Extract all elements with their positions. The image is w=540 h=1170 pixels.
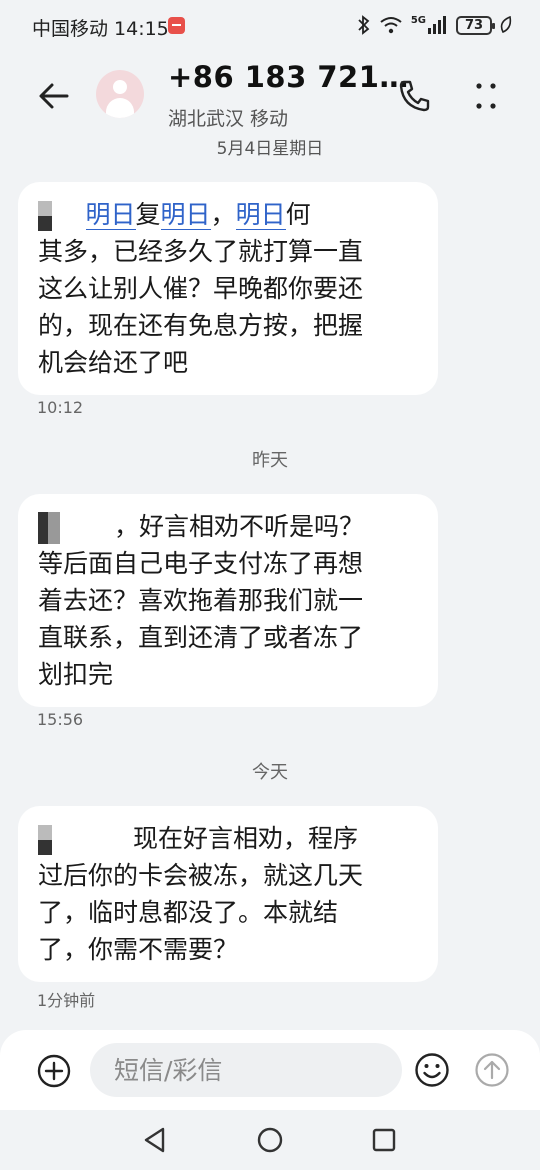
message-fragment: ，: [114, 512, 140, 541]
contact-location: 湖北武汉 移动: [168, 108, 289, 130]
message-composer: [0, 1030, 540, 1110]
message-bubble[interactable]: 现在好言相劝，程序 过后你的卡会被冻，就这几天 了，临时息都没了。本就结 了，你…: [18, 806, 438, 982]
date-link[interactable]: 明日: [160, 200, 211, 230]
add-icon: [37, 1054, 71, 1088]
send-icon: [475, 1053, 509, 1087]
message-text: 明日复明日，明日何 其多，已经多久了就打算一直 这么让别人催？早晚都你要还 的，…: [38, 196, 420, 381]
message-text: 现在好言相劝，程序 过后你的卡会被冻，就这几天 了，临时息都没了。本就结 了，你…: [38, 820, 420, 968]
system-icons: 5G 73: [357, 14, 512, 36]
message-input-container[interactable]: [90, 1043, 402, 1097]
message-timestamp: 10:12: [37, 398, 84, 417]
message-input[interactable]: [90, 1043, 402, 1097]
date-link[interactable]: 明日: [235, 200, 286, 230]
add-attachment-button[interactable]: [37, 1054, 71, 1088]
avatar[interactable]: [96, 70, 144, 118]
notification-icon: [168, 17, 185, 34]
contact-name[interactable]: +86 183 721…: [168, 60, 409, 94]
leaf-icon: [500, 16, 512, 34]
bluetooth-icon: [358, 15, 370, 35]
signal-5g: 5G: [411, 16, 448, 34]
redacted-block: [38, 512, 60, 544]
nav-home-icon: [257, 1127, 283, 1153]
phone-icon: [399, 80, 430, 112]
system-navigation-bar: [0, 1110, 540, 1170]
battery-icon: 73: [456, 15, 495, 35]
message-fragment: 好言相劝不听是吗？ 等后面自己电子支付冻了再想 着去还？喜欢拖着那我们就一 直联…: [38, 512, 365, 689]
redacted-block: [38, 825, 52, 855]
more-options-button[interactable]: [466, 76, 506, 116]
signal-icon: [428, 16, 446, 34]
message-fragment: 复: [135, 200, 161, 229]
send-button[interactable]: [474, 1052, 510, 1088]
nav-home-button[interactable]: [257, 1127, 283, 1153]
wifi-icon: [380, 17, 402, 34]
message-timestamp: 15:56: [37, 710, 84, 729]
conversation-header: +86 183 721… 湖北武汉 移动 5月4日星期日: [0, 52, 540, 162]
nav-recent-icon: [372, 1128, 396, 1152]
more-vertical-icon: [476, 83, 496, 109]
date-link[interactable]: 明日: [85, 200, 136, 230]
redacted-block: [38, 201, 52, 231]
back-button[interactable]: [34, 76, 74, 116]
message-timestamp: 1分钟前: [37, 991, 96, 1010]
call-button[interactable]: [395, 76, 435, 116]
message-text: ，好言相劝不听是吗？ 等后面自己电子支付冻了再想 着去还？喜欢拖着那我们就一 直…: [38, 508, 420, 693]
status-time: 14:15: [114, 18, 169, 40]
avatar-body: [106, 98, 134, 118]
back-arrow-icon: [39, 83, 69, 109]
carrier-time: 中国移动 14:15: [32, 14, 169, 41]
message-bubble[interactable]: 明日复明日，明日何 其多，已经多久了就打算一直 这么让别人催？早晚都你要还 的，…: [18, 182, 438, 395]
status-bar: 中国移动 14:15 5G 73: [0, 0, 540, 52]
carrier-name: 中国移动: [32, 18, 109, 40]
day-separator: 今天: [252, 762, 288, 783]
network-type-label: 5G: [410, 15, 426, 26]
message-bubble[interactable]: ，好言相劝不听是吗？ 等后面自己电子支付冻了再想 着去还？喜欢拖着那我们就一 直…: [18, 494, 438, 707]
message-fragment: 现在好言相劝，程序 过后你的卡会被冻，就这几天 了，临时息都没了。本就结 了，你…: [38, 824, 364, 964]
conversation-date: 5月4日星期日: [216, 139, 324, 159]
day-separator: 昨天: [252, 450, 288, 471]
emoji-button[interactable]: [414, 1052, 450, 1088]
nav-back-button[interactable]: [142, 1126, 168, 1154]
nav-back-icon: [144, 1127, 165, 1153]
battery-level: 73: [464, 17, 484, 33]
nav-recent-button[interactable]: [372, 1128, 396, 1152]
message-fragment: ，: [210, 200, 236, 229]
avatar-head: [113, 80, 127, 94]
emoji-icon: [415, 1053, 449, 1087]
